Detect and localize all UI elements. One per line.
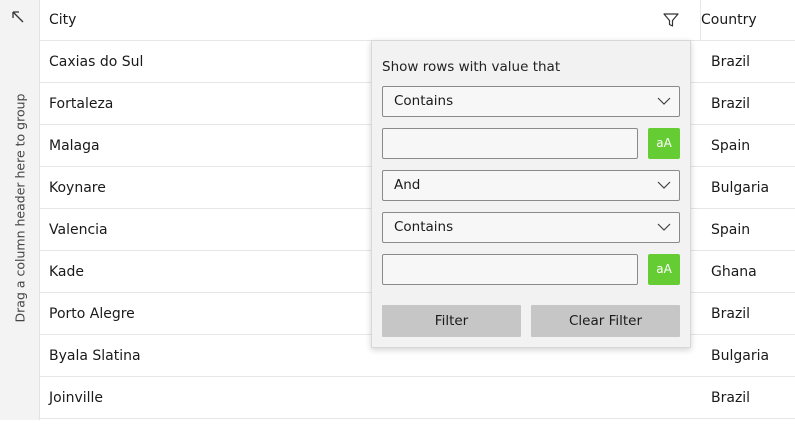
grid-header: City Country xyxy=(40,0,795,41)
cell-city: Malaga xyxy=(49,138,100,154)
operator1-value: Contains xyxy=(394,93,454,109)
filter-popup: Show rows with value that Contains aA An… xyxy=(371,40,691,348)
funnel-icon[interactable] xyxy=(662,11,680,29)
cell-country: Spain xyxy=(711,222,751,238)
filter-value2-input[interactable] xyxy=(382,254,638,285)
operator2-value: Contains xyxy=(394,219,454,235)
cell-country: Spain xyxy=(711,138,751,154)
cell-city: Kade xyxy=(49,264,85,280)
cell-city: Caxias do Sul xyxy=(49,54,144,70)
filter-button[interactable]: Filter xyxy=(382,305,521,337)
cell-country: Brazil xyxy=(711,54,751,70)
filter-popup-title: Show rows with value that xyxy=(382,59,561,75)
cell-country: Brazil xyxy=(711,96,751,112)
column-header-country[interactable]: Country xyxy=(701,0,757,41)
cell-country: Brazil xyxy=(711,306,751,322)
clear-filter-button[interactable]: Clear Filter xyxy=(531,305,680,337)
logical-operator-value: And xyxy=(394,177,421,193)
cell-country: Bulgaria xyxy=(711,348,770,364)
cell-country: Brazil xyxy=(711,390,751,406)
arrow-up-left-icon[interactable] xyxy=(10,9,28,27)
case-sensitive-toggle-1[interactable]: aA xyxy=(648,128,680,159)
group-panel[interactable]: Drag a column header here to group xyxy=(0,0,40,420)
table-row[interactable]: Joinville Brazil xyxy=(40,377,795,419)
cell-city: Porto Alegre xyxy=(49,306,135,322)
chevron-down-icon xyxy=(657,223,671,231)
group-panel-hint: Drag a column header here to group xyxy=(12,93,28,323)
chevron-down-icon xyxy=(657,181,671,189)
cell-country: Ghana xyxy=(711,264,757,280)
filter-value1-input[interactable] xyxy=(382,128,638,159)
operator1-select[interactable]: Contains xyxy=(382,86,680,117)
cell-city: Valencia xyxy=(49,222,108,238)
column-header-city[interactable]: City xyxy=(49,0,76,41)
case-sensitive-toggle-2[interactable]: aA xyxy=(648,254,680,285)
cell-city: Fortaleza xyxy=(49,96,114,112)
cell-city: Koynare xyxy=(49,180,106,196)
cell-city: Joinville xyxy=(49,390,104,406)
chevron-down-icon xyxy=(657,97,671,105)
cell-city: Byala Slatina xyxy=(49,348,141,364)
logical-operator-select[interactable]: And xyxy=(382,170,680,201)
operator2-select[interactable]: Contains xyxy=(382,212,680,243)
cell-country: Bulgaria xyxy=(711,180,770,196)
